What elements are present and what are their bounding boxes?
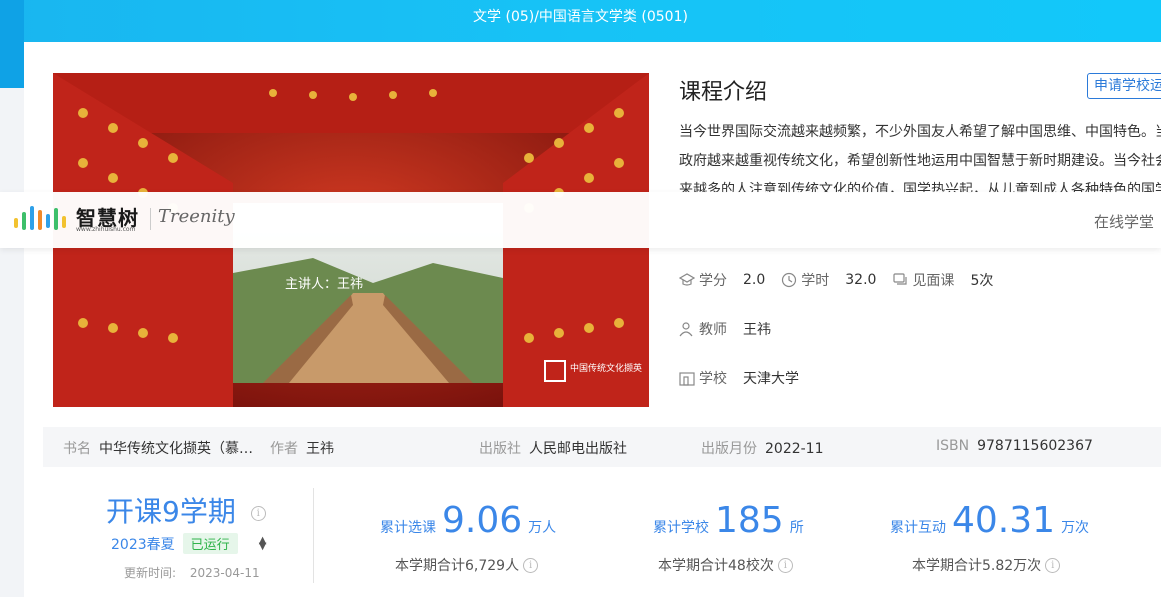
- info-icon[interactable]: i: [250, 505, 266, 521]
- intro-line: 政府越来越重视传统文化，希望创新性地运用中国智慧于新时期建设。当今社会: [679, 153, 1161, 169]
- stat-number: 9.06: [442, 500, 523, 541]
- book-date-label: 出版月份: [701, 441, 757, 457]
- book-isbn: ISBN 9787115602367: [936, 438, 1093, 454]
- term-count-title: 开课9学期 i: [106, 490, 266, 530]
- stat-unit: 所: [789, 520, 804, 536]
- stat-sub-text: 本学期合计5.82万次: [912, 558, 1042, 574]
- stat-label: 累计学校: [653, 520, 709, 536]
- intro-text: 当今世界国际交流越来越频繁，不少外国友人希望了解中国思维、中国特色。当 政府越来…: [679, 118, 1161, 193]
- book-date-value: 2022-11: [765, 441, 824, 457]
- intro-line: 当今世界国际交流越来越频繁，不少外国友人希望了解中国思维、中国特色。当: [679, 124, 1161, 140]
- stat-number: 185: [715, 500, 784, 541]
- page-gutter: [0, 88, 24, 597]
- apply-school-button[interactable]: 申请学校运: [1087, 73, 1161, 99]
- stat-sub-schools: 本学期合计48校次 i: [658, 555, 793, 575]
- cover-host-text: 主讲人：王祎: [285, 276, 363, 291]
- update-time-value: 2023-04-11: [189, 566, 260, 580]
- intro-line: 来越多的人注意到传统文化的价值，国学热兴起，从儿童到成人各种特色的国学: [679, 182, 1161, 193]
- credit-label: 学分: [699, 273, 727, 289]
- stat-label: 累计互动: [890, 520, 946, 536]
- stat-unit: 万人: [528, 520, 557, 536]
- hours-value: 32.0: [845, 272, 877, 288]
- sort-toggle-icon[interactable]: ▲ ▼: [258, 535, 268, 551]
- cover-seal-text: 中国传统文化撷英: [570, 362, 642, 373]
- status-badge: 已运行: [182, 533, 238, 554]
- book-name-label: 书名: [63, 441, 91, 457]
- course-meta-row: 学分 2.0 学时 32.0 见面课 5次: [679, 270, 1009, 290]
- school-row: 学校 天津大学: [679, 368, 815, 388]
- nav-online-class-link[interactable]: 在线学堂: [1094, 211, 1154, 232]
- chat-bubble-icon: [893, 273, 908, 285]
- term-selector[interactable]: 2023春夏 已运行 ▲ ▼: [111, 533, 268, 554]
- info-icon[interactable]: i: [1045, 557, 1061, 573]
- term-count-text: 开课9学期: [106, 495, 236, 528]
- credit-value: 2.0: [743, 272, 766, 288]
- stat-sub-enrollment: 本学期合计6,729人 i: [395, 555, 539, 575]
- book-author: 作者 王祎: [270, 438, 334, 458]
- teacher-row: 教师 王祎: [679, 319, 787, 339]
- logo-text-en: Treenity: [158, 206, 235, 227]
- logo-url: www.zhihuishu.com: [76, 226, 136, 233]
- stat-sub-interactions: 本学期合计5.82万次 i: [912, 555, 1061, 575]
- book-isbn-value: 9787115602367: [977, 438, 1093, 454]
- school-label: 学校: [699, 371, 727, 387]
- building-icon: [679, 372, 695, 386]
- stat-total-enrollment: 累计选课 9.06 万人: [380, 500, 556, 541]
- book-author-value: 王祎: [306, 441, 334, 457]
- graduation-cap-icon: [679, 273, 695, 286]
- update-time: 更新时间: 2023-04-11: [124, 564, 260, 581]
- book-name-value[interactable]: 中华传统文化撷英（慕…: [99, 441, 253, 457]
- stat-sub-text: 本学期合计6,729人: [395, 558, 520, 574]
- book-name: 书名 中华传统文化撷英（慕…: [63, 438, 253, 458]
- update-time-label: 更新时间:: [124, 566, 177, 580]
- book-publisher-value: 人民邮电出版社: [529, 441, 627, 457]
- school-value[interactable]: 天津大学: [743, 368, 799, 388]
- stat-total-schools: 累计学校 185 所: [653, 500, 804, 541]
- logo-divider: [150, 208, 151, 230]
- stat-sub-text: 本学期合计48校次: [658, 558, 774, 574]
- site-navbar: 智慧树 www.zhihuishu.com Treenity 在线学堂: [0, 192, 1161, 248]
- clock-icon: [782, 272, 797, 288]
- info-icon[interactable]: i: [777, 557, 793, 573]
- term-season: 2023春夏: [111, 536, 175, 553]
- info-icon[interactable]: i: [523, 557, 539, 573]
- meet-label: 见面课: [912, 273, 955, 289]
- book-isbn-label: ISBN: [936, 438, 970, 454]
- teacher-value[interactable]: 王祎: [743, 319, 771, 339]
- stat-number: 40.31: [952, 500, 1056, 541]
- user-icon: [679, 322, 693, 337]
- stat-total-interactions: 累计互动 40.31 万次: [890, 500, 1089, 541]
- zhihuishu-logo-icon[interactable]: [14, 204, 72, 232]
- book-date: 出版月份 2022-11: [701, 438, 824, 458]
- textbook-info-bar: 书名 中华传统文化撷英（慕… 作者 王祎 出版社 人民邮电出版社 出版月份 2022-1…: [43, 427, 1161, 467]
- intro-title: 课程介绍: [679, 80, 768, 105]
- meet-value: 5次: [970, 273, 994, 289]
- stat-unit: 万次: [1061, 520, 1090, 536]
- book-publisher-label: 出版社: [479, 441, 521, 457]
- course-category[interactable]: 文学 (05)/中国语言文学类 (0501): [0, 6, 1161, 26]
- hours-label: 学时: [801, 273, 830, 289]
- teacher-label: 教师: [699, 322, 727, 338]
- stat-label: 累计选课: [380, 520, 436, 536]
- stats-divider: [313, 488, 314, 583]
- book-publisher: 出版社 人民邮电出版社: [479, 438, 627, 458]
- book-author-label: 作者: [270, 441, 298, 457]
